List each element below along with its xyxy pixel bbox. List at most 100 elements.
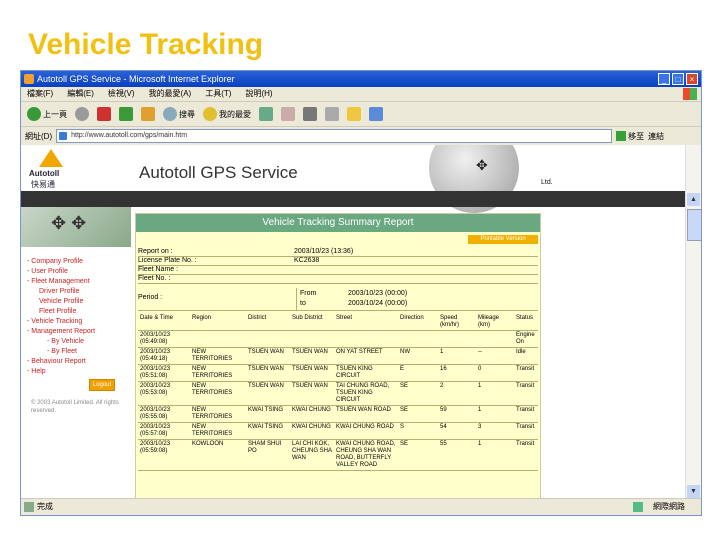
status-bar: 完成 網際網路 — [21, 498, 701, 515]
column-header: Status — [514, 314, 538, 331]
menu-tools[interactable]: 工具(T) — [205, 87, 231, 101]
home-button[interactable] — [141, 107, 155, 121]
table-cell — [290, 330, 334, 348]
table-cell: KWAI CHUNG — [290, 405, 334, 423]
stop-icon — [97, 107, 111, 121]
forward-button[interactable] — [75, 107, 89, 121]
sidebar-item-driver-profile[interactable]: Driver Profile — [27, 287, 95, 297]
from-label: From — [300, 290, 317, 297]
column-header: Date & Time — [138, 314, 190, 331]
table-cell: TSUEN WAN — [290, 364, 334, 382]
folder-button[interactable] — [347, 107, 361, 121]
table-cell: TSUEN WAN — [290, 347, 334, 365]
slide-title: Vehicle Tracking — [28, 28, 264, 61]
back-button[interactable]: 上一頁 — [27, 107, 67, 121]
tracking-report: Vehicle Tracking Summary Report Printabl… — [135, 213, 541, 499]
sidebar-item-management-report[interactable]: - Management Report — [27, 327, 95, 337]
table-cell: 59 — [438, 405, 476, 423]
table-cell: 0 — [476, 364, 514, 382]
refresh-icon — [119, 107, 133, 121]
table-cell: 1 — [476, 405, 514, 423]
table-cell: Transit — [514, 422, 538, 440]
plate-value: KC2638 — [294, 257, 320, 264]
address-input[interactable]: http://www.autotoll.com/gps/main.htm — [56, 129, 613, 143]
table-cell — [438, 330, 476, 348]
table-cell: E — [398, 364, 438, 382]
sidebar-item-help[interactable]: - Help — [27, 367, 95, 377]
back-label: 上一頁 — [43, 109, 67, 119]
sidebar-item-by-fleet[interactable]: - By Fleet — [27, 347, 95, 357]
links-label[interactable]: 連結 — [648, 131, 664, 142]
sidebar-item-fleet-management[interactable]: - Fleet Management — [27, 277, 95, 287]
favorites-label: 我的最愛 — [219, 109, 251, 119]
info-row: Report on : 2003/10/23 (13:36) — [138, 248, 538, 257]
table-cell: Engine On — [514, 330, 538, 348]
window-title: Autotoll GPS Service - Microsoft Interne… — [37, 74, 235, 84]
fleet-no-label: Fleet No. : — [138, 275, 171, 282]
autotoll-logo-icon — [39, 149, 63, 167]
table-cell: 1 — [476, 439, 514, 471]
period-divider — [296, 288, 297, 310]
table-row: 2003/10/23 (05:55:08) NEW TERRITORIES KWAI… — [138, 405, 538, 423]
mail-button[interactable] — [281, 107, 295, 121]
menu-edit[interactable]: 編輯(E) — [67, 87, 94, 101]
scroll-thumb[interactable] — [687, 209, 701, 241]
go-label: 移至 — [628, 131, 645, 141]
brand-title: Autotoll GPS Service — [139, 163, 298, 182]
scroll-up-arrow-icon[interactable]: ▲ — [687, 193, 700, 206]
messenger-button[interactable] — [369, 107, 383, 121]
sidebar-item-behaviour-report[interactable]: - Behaviour Report — [27, 357, 95, 367]
sidebar-item-user-profile[interactable]: - User Profile — [27, 267, 95, 277]
media-button[interactable] — [259, 107, 273, 121]
table-cell: KWAI CHUNG ROAD, CHEUNG SHA WAN ROAD, BU… — [334, 439, 398, 471]
report-title: Vehicle Tracking Summary Report — [136, 214, 540, 232]
banner-divider — [21, 191, 685, 207]
maximize-button[interactable]: □ — [672, 73, 684, 85]
vertical-scrollbar[interactable]: ▲ ▼ — [685, 145, 701, 499]
windows-logo-icon — [683, 88, 697, 100]
print-button[interactable] — [303, 107, 317, 121]
edit-button[interactable] — [325, 107, 339, 121]
table-row: 2003/10/23 (05:49:18) NEW TERRITORIES TSUE… — [138, 347, 538, 365]
printable-version-button[interactable]: Printable Version — [468, 235, 538, 244]
sidebar-item-company-profile[interactable]: - Company Profile — [27, 257, 95, 267]
sidebar-item-vehicle-tracking[interactable]: - Vehicle Tracking — [27, 317, 95, 327]
menu-favorites[interactable]: 我的最愛(A) — [149, 87, 192, 101]
favorites-button[interactable]: 我的最愛 — [203, 107, 251, 121]
star-icon — [203, 107, 217, 121]
minimize-button[interactable]: _ — [658, 73, 670, 85]
sidebar-item-by-vehicle[interactable]: - By Vehicle — [27, 337, 95, 347]
print-icon — [303, 107, 317, 121]
column-header: District — [246, 314, 290, 331]
table-cell: TSUEN WAN — [246, 347, 290, 365]
search-button[interactable]: 搜尋 — [163, 107, 195, 121]
site-banner: Autotoll 快易通 Autotoll GPS Service ✥ Ltd. — [21, 145, 685, 213]
table-cell: 2003/10/23 (05:55:08) — [138, 405, 190, 423]
refresh-button[interactable] — [119, 107, 133, 121]
go-button[interactable]: 移至 — [616, 131, 644, 142]
sidebar-item-vehicle-profile[interactable]: Vehicle Profile — [27, 297, 95, 307]
menu-file[interactable]: 檔案(F) — [27, 87, 53, 101]
table-cell: 1 — [438, 347, 476, 365]
table-cell: 3 — [476, 422, 514, 440]
scroll-down-arrow-icon[interactable]: ▼ — [687, 485, 700, 498]
table-row: 2003/10/23 (05:59:08) KOWLOON SHAM SHUI PO… — [138, 439, 538, 471]
menu-help[interactable]: 說明(H) — [245, 87, 272, 101]
table-cell: 55 — [438, 439, 476, 471]
table-cell: SE — [398, 405, 438, 423]
search-label: 搜尋 — [179, 109, 195, 119]
table-cell: NEW TERRITORIES — [190, 347, 246, 365]
logout-button[interactable]: Logout — [89, 379, 115, 391]
table-cell: KWAI CHUNG — [290, 422, 334, 440]
table-cell: LAI CHI KOK, CHEUNG SHA WAN — [290, 439, 334, 471]
column-header: Mileage (km) — [476, 314, 514, 331]
menu-view[interactable]: 檢視(V) — [108, 87, 135, 101]
messenger-icon — [369, 107, 383, 121]
search-icon — [163, 107, 177, 121]
sidebar: ✥ ✥ - Company Profile - User Profile - F… — [21, 207, 131, 499]
table-cell: SE — [398, 381, 438, 406]
stop-button[interactable] — [97, 107, 111, 121]
satellite-icon: ✥ ✥ — [51, 213, 87, 233]
close-button[interactable]: × — [686, 73, 698, 85]
sidebar-item-fleet-profile[interactable]: Fleet Profile — [27, 307, 95, 317]
